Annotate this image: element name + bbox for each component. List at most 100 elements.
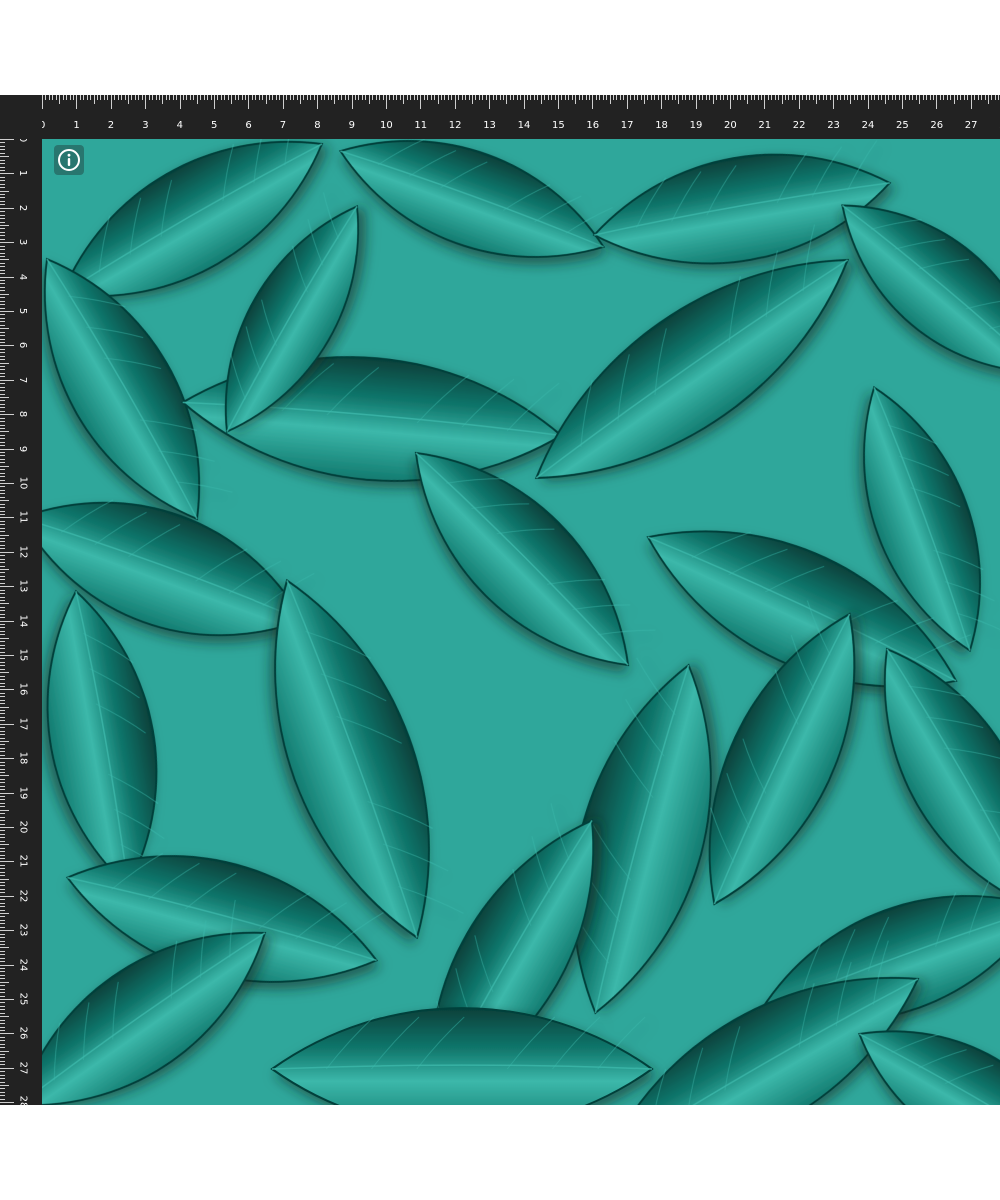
ruler-label: 20: [724, 120, 737, 131]
ruler-tick: [561, 95, 563, 100]
ruler-tick: [0, 266, 5, 268]
ruler-tick: [0, 139, 14, 140]
ruler-tick: [0, 1078, 5, 1080]
ruler-tick: [403, 95, 405, 104]
ruler-tick: [0, 851, 5, 853]
ruler-tick: [702, 95, 704, 100]
ruler-tick: [0, 149, 5, 151]
ruler-tick: [327, 95, 329, 100]
ruler-tick: [365, 95, 367, 100]
ruler-tick: [957, 95, 959, 100]
ruler-tick: [0, 142, 5, 144]
ruler-label: 9: [348, 120, 355, 131]
ruler-tick: [0, 741, 9, 742]
ruler-tick: [131, 95, 133, 100]
info-button[interactable]: [54, 145, 84, 175]
ruler-label: 24: [861, 120, 875, 131]
ruler-tick: [0, 1067, 14, 1069]
ruler-tick: [265, 95, 267, 104]
ruler-tick: [214, 95, 215, 109]
ruler-tick: [179, 95, 181, 109]
ruler-tick: [788, 95, 790, 100]
ruler-tick: [0, 527, 5, 529]
ruler-tick: [0, 778, 5, 780]
ruler-tick: [0, 634, 5, 636]
ruler-label: 19: [17, 786, 29, 799]
ruler-tick: [114, 95, 116, 100]
ruler-tick: [286, 95, 288, 100]
ruler-tick: [492, 95, 494, 100]
ruler-tick: [196, 95, 198, 104]
ruler-label: 4: [176, 120, 183, 131]
ruler-tick: [0, 737, 5, 739]
ruler-tick: [0, 314, 5, 316]
ruler-tick: [45, 95, 47, 100]
ruler-tick: [681, 95, 683, 100]
ruler-tick: [0, 685, 5, 687]
ruler-tick: [551, 95, 553, 100]
ruler-tick: [392, 95, 394, 100]
ruler-tick: [523, 95, 525, 109]
ruler-tick: [317, 95, 319, 109]
ruler-tick: [778, 95, 780, 100]
ruler-tick: [241, 95, 243, 100]
ruler-label: 8: [17, 411, 29, 418]
ruler-tick: [0, 324, 5, 326]
ruler-tick: [69, 95, 71, 100]
ruler-tick: [520, 95, 522, 100]
ruler-tick: [657, 95, 659, 100]
ruler-tick: [0, 221, 5, 223]
ruler-label: 21: [17, 855, 29, 868]
ruler-tick: [0, 926, 5, 928]
ruler-tick: [891, 95, 893, 100]
ruler-label: 8: [314, 120, 321, 131]
ruler-tick: [888, 95, 890, 100]
ruler-tick: [0, 606, 5, 608]
ruler-tick: [0, 225, 9, 226]
ruler-tick: [0, 565, 5, 567]
ruler-tick: [152, 95, 154, 100]
ruler-tick: [0, 207, 14, 209]
ruler-label: 22: [792, 120, 806, 131]
ruler-tick: [606, 95, 608, 100]
ruler-tick: [0, 1040, 5, 1042]
ruler-tick: [0, 954, 5, 956]
ruler-tick: [860, 95, 862, 100]
ruler-tick: [0, 276, 14, 278]
ruler-tick: [771, 95, 773, 100]
ruler-tick: [0, 235, 5, 237]
ruler-tick: [853, 95, 855, 100]
ruler-tick: [0, 758, 14, 760]
ruler-tick: [0, 785, 5, 787]
ruler-tick: [0, 833, 5, 835]
ruler-tick: [0, 844, 9, 846]
ruler-tick: [671, 95, 673, 100]
ruler-tick: [0, 290, 5, 292]
ruler-tick: [516, 95, 518, 100]
ruler-tick: [919, 95, 921, 104]
ruler-tick: [0, 190, 9, 192]
ruler-tick: [165, 95, 167, 100]
ruler-tick: [97, 95, 99, 100]
ruler-tick: [0, 1043, 5, 1045]
ruler-tick: [0, 434, 5, 436]
ruler-tick: [0, 558, 5, 560]
ruler-tick: [836, 95, 838, 100]
ruler-tick: [0, 238, 5, 240]
ruler-tick: [134, 95, 136, 100]
ruler-tick: [884, 95, 886, 104]
ruler-tick: [0, 483, 14, 484]
ruler-tick: [970, 95, 972, 109]
ruler-tick: [423, 95, 425, 100]
ruler-tick: [0, 823, 5, 825]
ruler-tick: [774, 95, 776, 100]
ruler-tick: [413, 95, 415, 100]
ruler-tick: [850, 95, 852, 104]
ruler-tick: [0, 1081, 5, 1083]
ruler-tick: [76, 95, 78, 109]
ruler-tick: [0, 620, 14, 622]
ruler-tick: [0, 166, 5, 168]
ruler-tick: [0, 902, 5, 904]
ruler-tick: [210, 95, 212, 100]
ruler-tick: [0, 637, 9, 639]
